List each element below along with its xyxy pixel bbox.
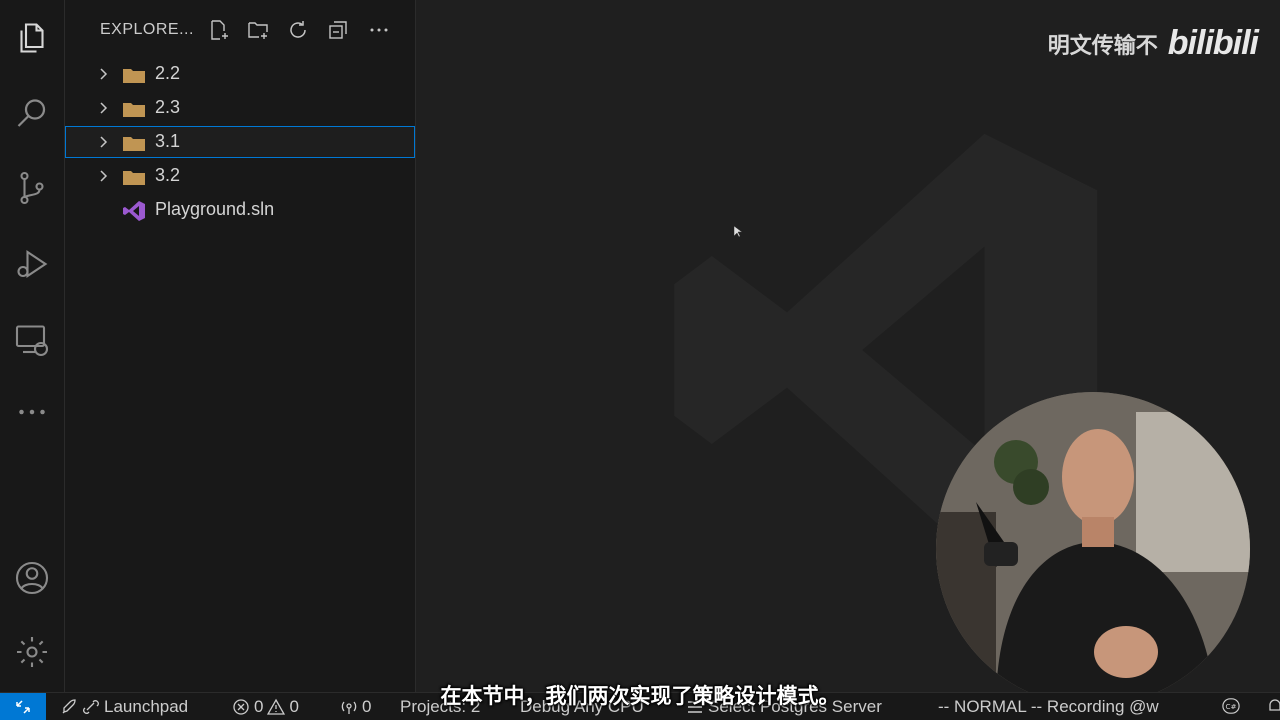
search-icon[interactable]: [12, 94, 52, 134]
more-actions-icon[interactable]: [365, 16, 393, 44]
file-tree: 2.2 2.3 3.1 3.2 Playground.sln: [65, 58, 415, 228]
folder-icon: [123, 69, 145, 83]
run-debug-icon[interactable]: [12, 244, 52, 284]
bilibili-logo: bilibili: [1167, 24, 1259, 62]
remote-explorer-icon[interactable]: [12, 320, 52, 360]
tree-item-folder-selected[interactable]: 3.1: [65, 126, 415, 158]
source-control-icon[interactable]: [12, 168, 52, 208]
folder-icon: [123, 171, 145, 185]
refresh-icon[interactable]: [284, 16, 312, 44]
settings-gear-icon[interactable]: [12, 632, 52, 672]
folder-icon: [123, 103, 145, 117]
presenter-video-icon: [936, 392, 1250, 706]
tree-item-folder[interactable]: 3.2: [65, 160, 415, 192]
more-icon[interactable]: [12, 392, 52, 432]
collapse-all-icon[interactable]: [324, 16, 352, 44]
mouse-cursor-icon: [734, 226, 742, 238]
explorer-title: EXPLORE...: [100, 21, 194, 38]
activity-bar: [0, 0, 65, 692]
new-folder-icon[interactable]: [244, 16, 272, 44]
visual-studio-solution-icon: [123, 201, 145, 221]
bilibili-watermark: 明文传输不 bilibili: [1047, 24, 1259, 63]
chevron-right-icon: [100, 68, 108, 80]
chevron-right-icon: [100, 170, 108, 182]
brand-text: 明文传输不: [1047, 33, 1158, 59]
explorer-sidebar: EXPLORE... 2.2 2.3 3.1 3.2 Playground.sl…: [65, 0, 416, 692]
account-icon[interactable]: [12, 558, 52, 598]
tree-item-folder[interactable]: 2.3: [65, 92, 415, 124]
tree-item-label: 3.1: [155, 131, 181, 151]
new-file-icon[interactable]: [205, 16, 233, 44]
folder-icon: [123, 137, 145, 151]
tree-item-label: 3.2: [155, 165, 181, 185]
video-subtitle: 在本节中，我们两次实现了策略设计模式。: [440, 684, 840, 708]
explorer-header: EXPLORE...: [65, 10, 415, 50]
chevron-right-icon: [100, 102, 108, 114]
webcam-overlay: [936, 392, 1250, 706]
tree-item-folder[interactable]: 2.2: [65, 58, 415, 90]
tree-item-label: 2.2: [155, 63, 181, 83]
chevron-right-icon: [100, 136, 108, 148]
vscode-window: EXPLORE... 2.2 2.3 3.1 3.2 Playground.sl…: [0, 0, 1280, 720]
tree-item-label: 2.3: [155, 97, 181, 117]
tree-item-file[interactable]: Playground.sln: [65, 194, 415, 226]
files-icon[interactable]: [12, 18, 52, 58]
tree-item-label: Playground.sln: [155, 199, 275, 219]
